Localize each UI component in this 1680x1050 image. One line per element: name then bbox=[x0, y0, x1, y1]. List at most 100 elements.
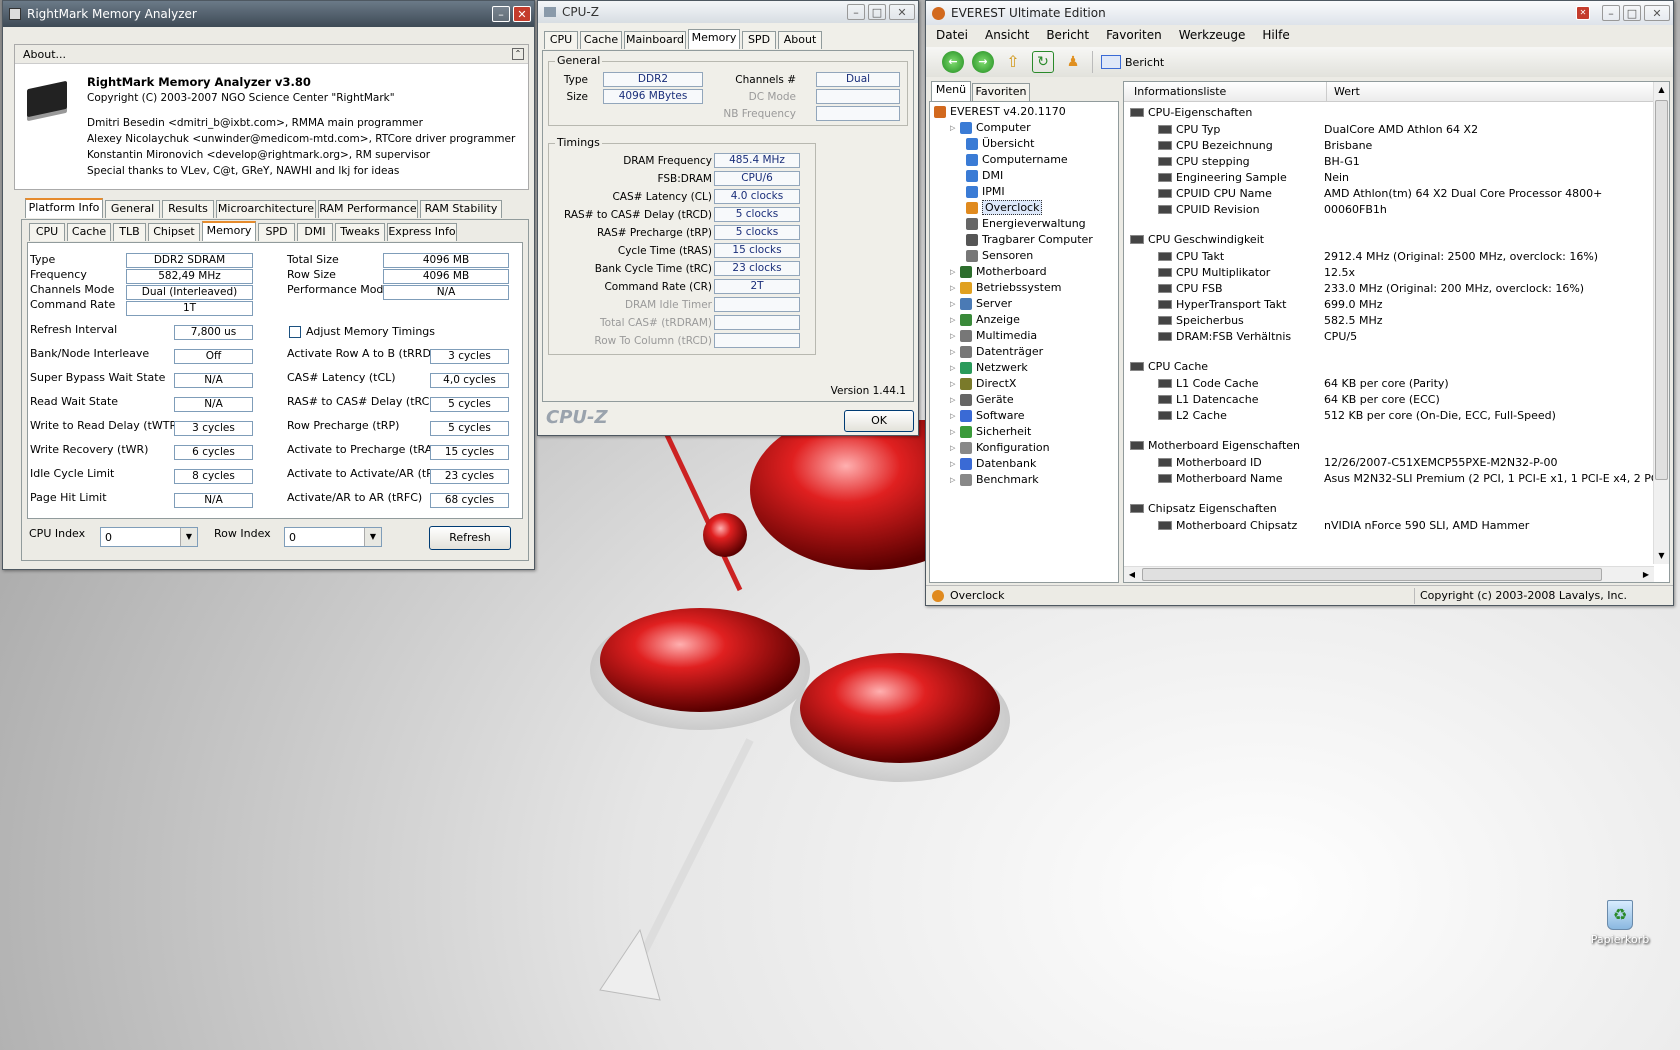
scroll-right-icon[interactable]: ▶ bbox=[1638, 567, 1654, 583]
scroll-left-icon[interactable]: ◀ bbox=[1124, 567, 1140, 583]
chevron-down-icon[interactable]: ▼ bbox=[180, 528, 197, 546]
cpuz-titlebar[interactable]: CPU-Z – □ ✕ bbox=[538, 1, 918, 23]
scroll-thumb[interactable] bbox=[1655, 100, 1668, 480]
list-row[interactable]: CPU Takt 2912.4 MHz (Original: 2500 MHz, … bbox=[1124, 248, 1654, 264]
cpuz-close-button[interactable]: ✕ bbox=[889, 4, 915, 20]
expand-icon[interactable]: ▷ bbox=[950, 380, 960, 388]
tab-results[interactable]: Results bbox=[162, 200, 214, 218]
tab-platform-info[interactable]: Platform Info bbox=[25, 198, 103, 218]
tab-ram-stability[interactable]: RAM Stability bbox=[420, 200, 502, 218]
tab-menu[interactable]: Menü bbox=[931, 81, 971, 101]
tree-item[interactable]: EVEREST v4.20.1170 bbox=[934, 104, 1066, 119]
report-button[interactable]: Bericht bbox=[1101, 55, 1164, 69]
tree-item[interactable]: ▷ Betriebssystem bbox=[950, 280, 1061, 295]
forward-icon[interactable]: → bbox=[972, 51, 994, 73]
menu-werkzeuge[interactable]: Werkzeuge bbox=[1179, 28, 1246, 42]
rmma-close-button[interactable]: ✕ bbox=[513, 6, 531, 22]
tree-item[interactable]: Computername bbox=[966, 152, 1068, 167]
list-row[interactable]: CPU Multiplikator 12.5x bbox=[1124, 264, 1654, 280]
expand-icon[interactable]: ▷ bbox=[950, 460, 960, 468]
row-index-select[interactable]: 0 ▼ bbox=[284, 527, 382, 547]
scroll-down-icon[interactable]: ▼ bbox=[1654, 548, 1669, 564]
chevron-down-icon[interactable]: ▼ bbox=[364, 528, 381, 546]
horizontal-scrollbar[interactable]: ◀ ▶ bbox=[1124, 566, 1654, 582]
tab-memory[interactable]: Memory bbox=[688, 29, 740, 49]
list-row[interactable]: Motherboard ID 12/26/2007-C51XEMCP55PXE-M… bbox=[1124, 454, 1654, 470]
tree-item[interactable]: Sensoren bbox=[966, 248, 1033, 263]
tab-cpu[interactable]: CPU bbox=[544, 31, 578, 49]
cpu-index-select[interactable]: 0 ▼ bbox=[100, 527, 198, 547]
tree-item[interactable]: ▷ Software bbox=[950, 408, 1025, 423]
tab-cpu[interactable]: CPU bbox=[29, 223, 65, 241]
tab-dmi[interactable]: DMI bbox=[297, 223, 333, 241]
expand-icon[interactable]: ▷ bbox=[950, 332, 960, 340]
expand-icon[interactable]: ▷ bbox=[950, 284, 960, 292]
tab-memory[interactable]: Memory bbox=[202, 221, 256, 241]
rmma-about-header[interactable]: About... ⌃ bbox=[15, 45, 528, 64]
tree-item[interactable]: ▷ Server bbox=[950, 296, 1012, 311]
up-folder-icon[interactable]: ⇧ bbox=[1002, 51, 1024, 73]
tree-item[interactable]: Tragbarer Computer bbox=[966, 232, 1093, 247]
tree-item[interactable]: Overclock bbox=[966, 200, 1043, 215]
tab-cache[interactable]: Cache bbox=[580, 31, 622, 49]
expand-icon[interactable]: ▷ bbox=[950, 476, 960, 484]
hscroll-thumb[interactable] bbox=[1142, 568, 1602, 581]
tab-about[interactable]: About bbox=[778, 31, 822, 49]
everest-small-close-button[interactable]: ✕ bbox=[1576, 6, 1590, 20]
tree-item[interactable]: ▷ Datenbank bbox=[950, 456, 1036, 471]
everest-close-button[interactable]: ✕ bbox=[1644, 5, 1670, 21]
list-row[interactable]: Speicherbus 582.5 MHz bbox=[1124, 312, 1654, 328]
cpuz-minimize-button[interactable]: – bbox=[847, 4, 865, 20]
menu-datei[interactable]: Datei bbox=[936, 28, 968, 42]
list-row[interactable]: HyperTransport Takt 699.0 MHz bbox=[1124, 296, 1654, 312]
tree-item[interactable]: ▷ DirectX bbox=[950, 376, 1016, 391]
tree-item[interactable]: Energieverwaltung bbox=[966, 216, 1086, 231]
tree-item[interactable]: Übersicht bbox=[966, 136, 1034, 151]
tab-express-info[interactable]: Express Info bbox=[387, 223, 457, 241]
refresh-button[interactable]: Refresh bbox=[429, 526, 511, 550]
everest-minimize-button[interactable]: – bbox=[1602, 5, 1620, 21]
users-icon[interactable]: ♟ bbox=[1062, 51, 1084, 73]
list-row[interactable]: CPUID Revision 00060FB1h bbox=[1124, 201, 1654, 217]
list-row[interactable]: Motherboard Name Asus M2N32-SLI Premium (… bbox=[1124, 470, 1654, 486]
tree-item[interactable]: ▷ Computer bbox=[950, 120, 1031, 135]
tree-item[interactable]: ▷ Benchmark bbox=[950, 472, 1039, 487]
collapse-icon[interactable]: ⌃ bbox=[512, 48, 524, 60]
adjust-timings-checkbox[interactable] bbox=[289, 326, 301, 338]
expand-icon[interactable]: ▷ bbox=[950, 444, 960, 452]
tree-item[interactable]: ▷ Datenträger bbox=[950, 344, 1043, 359]
list-row[interactable]: CPU Typ DualCore AMD Athlon 64 X2 bbox=[1124, 121, 1654, 137]
menu-favoriten[interactable]: Favoriten bbox=[1106, 28, 1162, 42]
expand-icon[interactable]: ▷ bbox=[950, 124, 960, 132]
tree-item[interactable]: ▷ Netzwerk bbox=[950, 360, 1028, 375]
expand-icon[interactable]: ▷ bbox=[950, 300, 960, 308]
tree-item[interactable]: ▷ Sicherheit bbox=[950, 424, 1031, 439]
tree-item[interactable]: DMI bbox=[966, 168, 1003, 183]
tree-item[interactable]: ▷ Anzeige bbox=[950, 312, 1020, 327]
rmma-minimize-button[interactable]: – bbox=[492, 6, 510, 22]
tree-item[interactable]: ▷ Geräte bbox=[950, 392, 1014, 407]
tab-ram-performance[interactable]: RAM Performance bbox=[318, 200, 418, 218]
expand-icon[interactable]: ▷ bbox=[950, 396, 960, 404]
col-header-info[interactable]: Informationsliste bbox=[1134, 85, 1324, 98]
expand-icon[interactable]: ▷ bbox=[950, 348, 960, 356]
rmma-titlebar[interactable]: RightMark Memory Analyzer – ✕ bbox=[3, 1, 534, 27]
list-row[interactable]: L1 Datencache 64 KB per core (ECC) bbox=[1124, 391, 1654, 407]
col-header-value[interactable]: Wert bbox=[1334, 85, 1360, 98]
tree-item[interactable]: IPMI bbox=[966, 184, 1005, 199]
list-row[interactable]: DRAM:FSB Verhältnis CPU/5 bbox=[1124, 328, 1654, 344]
ok-button[interactable]: OK bbox=[844, 410, 914, 432]
tree-item[interactable]: ▷ Multimedia bbox=[950, 328, 1037, 343]
expand-icon[interactable]: ▷ bbox=[950, 412, 960, 420]
list-row[interactable]: CPU FSB 233.0 MHz (Original: 200 MHz, ove… bbox=[1124, 280, 1654, 296]
expand-icon[interactable]: ▷ bbox=[950, 428, 960, 436]
tree-item[interactable]: ▷ Motherboard bbox=[950, 264, 1047, 279]
tab-spd[interactable]: SPD bbox=[258, 223, 295, 241]
tab-cache[interactable]: Cache bbox=[67, 223, 111, 241]
list-row[interactable]: CPU Bezeichnung Brisbane bbox=[1124, 137, 1654, 153]
everest-maximize-button[interactable]: □ bbox=[1623, 5, 1641, 21]
expand-icon[interactable]: ▷ bbox=[950, 316, 960, 324]
menu-hilfe[interactable]: Hilfe bbox=[1262, 28, 1289, 42]
tab-favoriten[interactable]: Favoriten bbox=[972, 83, 1030, 101]
tab-chipset[interactable]: Chipset bbox=[148, 223, 200, 241]
